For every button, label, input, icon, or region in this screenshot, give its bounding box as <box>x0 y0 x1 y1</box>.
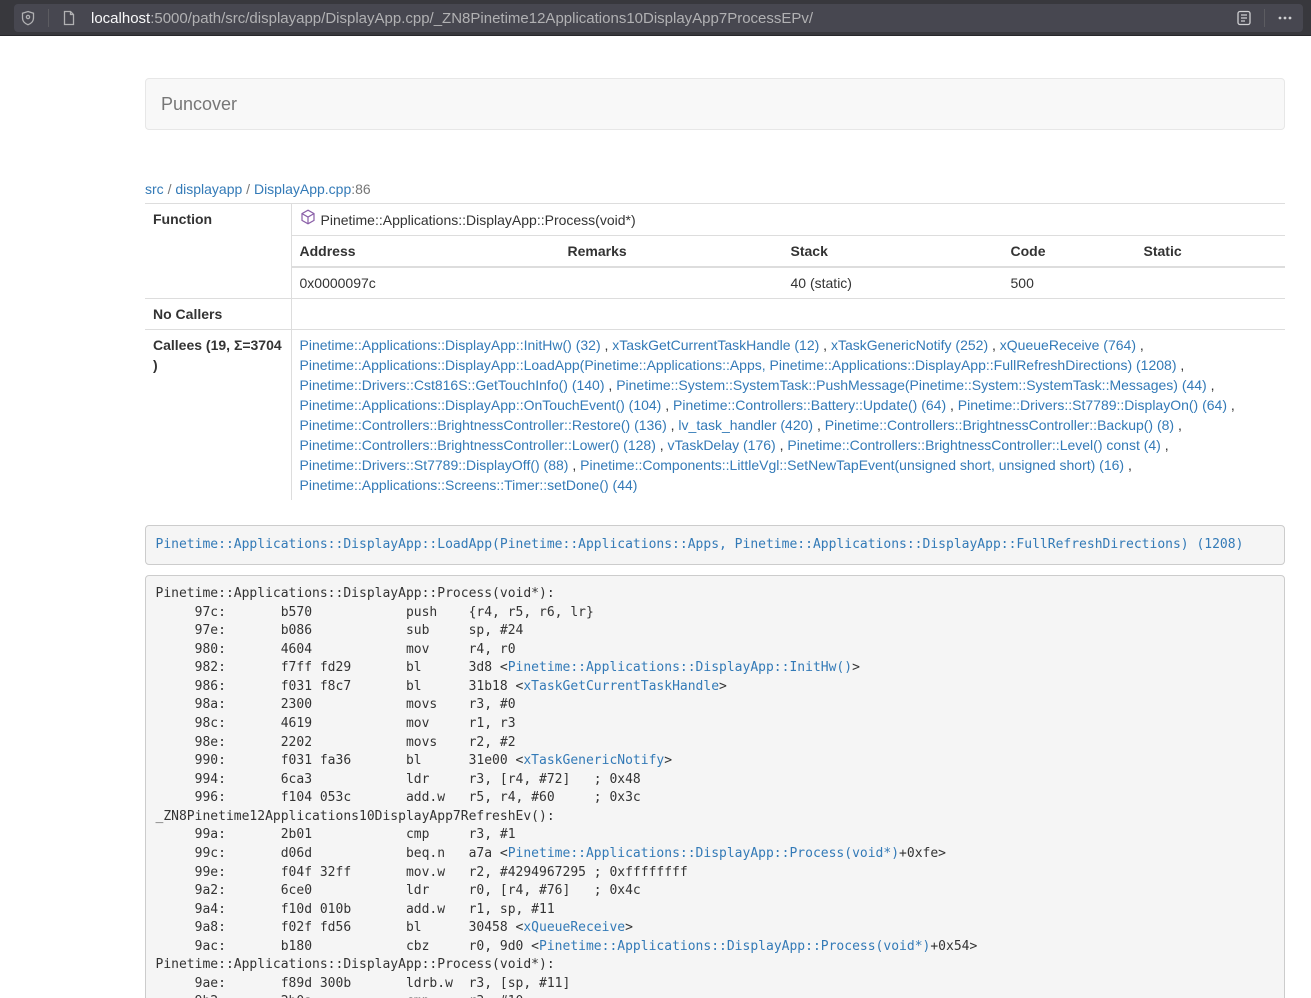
address-value: 0x0000097c <box>292 267 560 298</box>
column-header-address: Address <box>292 236 560 267</box>
browser-toolbar: localhost:5000/path/src/displayapp/Displ… <box>0 0 1311 36</box>
page-icon[interactable] <box>55 4 83 32</box>
breadcrumb-link-src[interactable]: src <box>145 181 164 197</box>
remarks-value <box>560 267 783 298</box>
symbol-link[interactable]: xQueueReceive <box>523 920 625 935</box>
symbol-link[interactable]: Pinetime::Applications::DisplayApp::Proc… <box>539 939 930 954</box>
table-row: Callees (19, Σ=3704 ) Pinetime::Applicat… <box>145 330 1285 501</box>
table-header-row: Address Remarks Stack Code Static <box>292 236 1286 267</box>
symbol-link[interactable]: xTaskGenericNotify <box>523 753 664 768</box>
breadcrumb-link-displayapp[interactable]: displayapp <box>175 181 242 197</box>
callee-link[interactable]: Pinetime::Controllers::BrightnessControl… <box>300 437 656 453</box>
breadcrumb: src / displayapp / DisplayApp.cpp:86 <box>145 181 1285 197</box>
callee-link[interactable]: Pinetime::Drivers::St7789::DisplayOff() … <box>300 457 569 473</box>
breadcrumb-separator: / <box>168 181 172 197</box>
reader-mode-icon[interactable] <box>1230 4 1258 32</box>
breadcrumb-link-file[interactable]: DisplayApp.cpp <box>254 181 351 197</box>
highlighted-symbol-box: Pinetime::Applications::DisplayApp::Load… <box>145 525 1285 565</box>
table-row: Address Remarks Stack Code Static 0x0000… <box>145 236 1285 299</box>
column-header-stack: Stack <box>783 236 1003 267</box>
callee-link[interactable]: lv_task_handler (420) <box>678 417 813 433</box>
shield-icon[interactable] <box>14 4 42 32</box>
symbol-link[interactable]: xTaskGetCurrentTaskHandle <box>523 679 719 694</box>
callee-link[interactable]: Pinetime::Drivers::Cst816S::GetTouchInfo… <box>300 377 605 393</box>
url-text[interactable]: localhost:5000/path/src/displayapp/Displ… <box>91 10 1230 27</box>
address-table: Address Remarks Stack Code Static 0x0000… <box>292 236 1286 298</box>
callees-label: Callees (19, Σ=3704 ) <box>145 330 291 501</box>
callee-link[interactable]: Pinetime::Controllers::BrightnessControl… <box>300 417 667 433</box>
page-container: Puncover src / displayapp / DisplayApp.c… <box>145 78 1285 998</box>
callee-link[interactable]: xQueueReceive (764) <box>1000 337 1136 353</box>
callees-list: Pinetime::Applications::DisplayApp::Init… <box>291 330 1285 501</box>
app-navbar: Puncover <box>145 78 1285 130</box>
table-row: 0x0000097c 40 (static) 500 <box>292 267 1286 298</box>
function-info-table: Function Pinetime::Applications::Display… <box>145 203 1285 500</box>
breadcrumb-separator: / <box>246 181 250 197</box>
symbol-link[interactable]: Pinetime::Applications::DisplayApp::Proc… <box>508 846 899 861</box>
table-row: No Callers <box>145 299 1285 330</box>
url-path: :5000/path/src/displayapp/DisplayApp.cpp… <box>150 10 813 27</box>
menu-dots-icon[interactable] <box>1271 4 1299 32</box>
stack-value: 40 (static) <box>783 267 1003 298</box>
urlbar-divider <box>48 9 49 27</box>
breadcrumb-line-number: :86 <box>351 181 370 197</box>
callee-link[interactable]: Pinetime::Controllers::BrightnessControl… <box>787 437 1160 453</box>
brand-link[interactable]: Puncover <box>146 94 252 115</box>
static-value <box>1136 267 1286 298</box>
function-label: Function <box>145 204 291 299</box>
callee-link[interactable]: Pinetime::Applications::Screens::Timer::… <box>300 477 638 493</box>
url-bar[interactable]: localhost:5000/path/src/displayapp/Displ… <box>14 4 1303 32</box>
column-header-code: Code <box>1003 236 1136 267</box>
callee-link[interactable]: xTaskGetCurrentTaskHandle (12) <box>612 337 819 353</box>
symbol-link[interactable]: Pinetime::Applications::DisplayApp::Init… <box>508 660 852 675</box>
callee-link[interactable]: Pinetime::Controllers::BrightnessControl… <box>825 417 1174 433</box>
column-header-remarks: Remarks <box>560 236 783 267</box>
no-callers-label: No Callers <box>145 299 291 330</box>
cube-icon <box>300 209 316 230</box>
callee-link[interactable]: Pinetime::Controllers::Battery::Update()… <box>673 397 946 413</box>
callee-link[interactable]: vTaskDelay (176) <box>668 437 776 453</box>
highlighted-symbol-link[interactable]: Pinetime::Applications::DisplayApp::Load… <box>156 537 1244 552</box>
url-host: localhost <box>91 10 150 27</box>
disassembly-block: Pinetime::Applications::DisplayApp::Proc… <box>145 575 1285 998</box>
callee-link[interactable]: Pinetime::Applications::DisplayApp::OnTo… <box>300 397 662 413</box>
callee-link[interactable]: xTaskGenericNotify (252) <box>831 337 988 353</box>
callee-link[interactable]: Pinetime::Applications::DisplayApp::Load… <box>300 357 1177 373</box>
callee-link[interactable]: Pinetime::Components::LittleVgl::SetNewT… <box>580 457 1124 473</box>
function-name: Pinetime::Applications::DisplayApp::Proc… <box>321 210 636 230</box>
callee-link[interactable]: Pinetime::System::SystemTask::PushMessag… <box>616 377 1207 393</box>
urlbar-divider-2 <box>1264 9 1265 27</box>
column-header-static: Static <box>1136 236 1286 267</box>
code-value: 500 <box>1003 267 1136 298</box>
table-row: Function Pinetime::Applications::Display… <box>145 204 1285 236</box>
callee-link[interactable]: Pinetime::Applications::DisplayApp::Init… <box>300 337 601 353</box>
callee-link[interactable]: Pinetime::Drivers::St7789::DisplayOn() (… <box>958 397 1227 413</box>
